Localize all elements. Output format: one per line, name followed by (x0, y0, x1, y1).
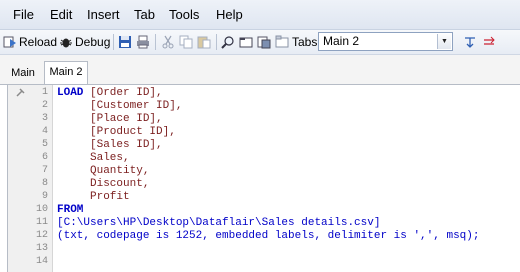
copy-icon (179, 35, 193, 49)
pin-icon[interactable] (14, 87, 26, 102)
toolbar-separator (155, 34, 156, 50)
line-number: 3 (41, 113, 48, 124)
code-line: Quantity, (57, 165, 150, 177)
line-number: 13 (35, 243, 48, 254)
tabs-label: Tabs (292, 35, 318, 49)
menu-tools[interactable]: Tools (169, 7, 199, 22)
chevron-down-icon[interactable]: ▼ (437, 34, 451, 49)
menu-bar: File Edit Insert Tab Tools Help (0, 0, 520, 30)
line-number: 9 (41, 191, 48, 202)
tabs-icon (275, 35, 289, 49)
print-icon (136, 35, 150, 49)
menu-tab[interactable]: Tab (134, 7, 155, 22)
menu-help[interactable]: Help (216, 7, 243, 22)
code-line: [Place ID], (57, 113, 163, 125)
gutter-divider (52, 85, 53, 272)
save-button[interactable] (118, 33, 132, 51)
keyword-load: LOAD (57, 87, 84, 99)
menu-insert[interactable]: Insert (87, 7, 120, 22)
code-line: Profit (57, 191, 130, 203)
print-button[interactable] (136, 33, 150, 51)
menu-edit[interactable]: Edit (50, 7, 72, 22)
reload-label: Reload (19, 35, 58, 49)
code-line: [Customer ID], (57, 100, 183, 112)
code-line: Sales, (57, 152, 130, 164)
scissors-icon (161, 35, 175, 49)
line-number: 5 (41, 139, 48, 150)
find-button[interactable] (221, 33, 235, 51)
debug-label: Debug (75, 35, 111, 49)
toolbar: Reload Debug Tabs Main 2 ▼ (0, 30, 520, 55)
line-number: 11 (35, 217, 48, 228)
promote-tab-icon (463, 35, 477, 49)
table-files-button[interactable] (257, 33, 271, 51)
line-number: 2 (41, 100, 48, 111)
tab-main[interactable]: Main (5, 65, 41, 84)
code-line: [Sales ID], (57, 139, 163, 151)
line-number: 6 (41, 152, 48, 163)
line-number: 7 (41, 165, 48, 176)
reload-button[interactable]: Reload (3, 33, 57, 51)
code-line: LOAD [Order ID], (57, 87, 163, 100)
field-name: [Order ID], (83, 87, 163, 99)
paste-button[interactable] (197, 33, 211, 51)
bug-icon (59, 35, 73, 49)
menu-file[interactable]: File (13, 7, 34, 22)
reload-icon (3, 35, 17, 49)
save-icon (118, 35, 132, 49)
toolbar-separator (113, 34, 114, 50)
promote-tab-button[interactable] (463, 33, 477, 51)
line-number: 4 (41, 126, 48, 137)
table-files-icon (257, 35, 271, 49)
code-line: Discount, (57, 178, 150, 190)
tab-main-2[interactable]: Main 2 (44, 61, 88, 84)
debug-button[interactable]: Debug (59, 33, 110, 51)
file-path-line: [C:\Users\HP\Desktop\Dataflair\Sales det… (57, 217, 381, 229)
toolbar-separator (216, 34, 217, 50)
format-spec-line: (txt, codepage is 1252, embedded labels,… (57, 230, 480, 242)
tab-strip: Main Main 2 (0, 55, 520, 84)
demote-tab-button[interactable] (482, 33, 496, 51)
folder-icon (239, 35, 253, 49)
tab-select-dropdown[interactable]: Main 2 ▼ (318, 32, 453, 51)
tabs-button[interactable]: Tabs (275, 33, 317, 51)
demote-tab-icon (482, 35, 496, 49)
line-number: 8 (41, 178, 48, 189)
line-number: 10 (35, 204, 48, 215)
paste-icon (197, 35, 211, 49)
search-icon (221, 35, 235, 49)
line-number: 14 (35, 256, 48, 267)
cut-button[interactable] (161, 33, 175, 51)
line-number: 12 (35, 230, 48, 241)
line-number: 1 (41, 87, 48, 98)
tab-select-value: Main 2 (323, 34, 360, 48)
code-line: [Product ID], (57, 126, 176, 138)
keyword-from: FROM (57, 204, 84, 216)
copy-button[interactable] (179, 33, 193, 51)
open-button[interactable] (239, 33, 253, 51)
script-editor[interactable]: 1 2 3 4 5 6 7 8 9 10 11 12 13 14 LOAD [O… (7, 85, 520, 272)
